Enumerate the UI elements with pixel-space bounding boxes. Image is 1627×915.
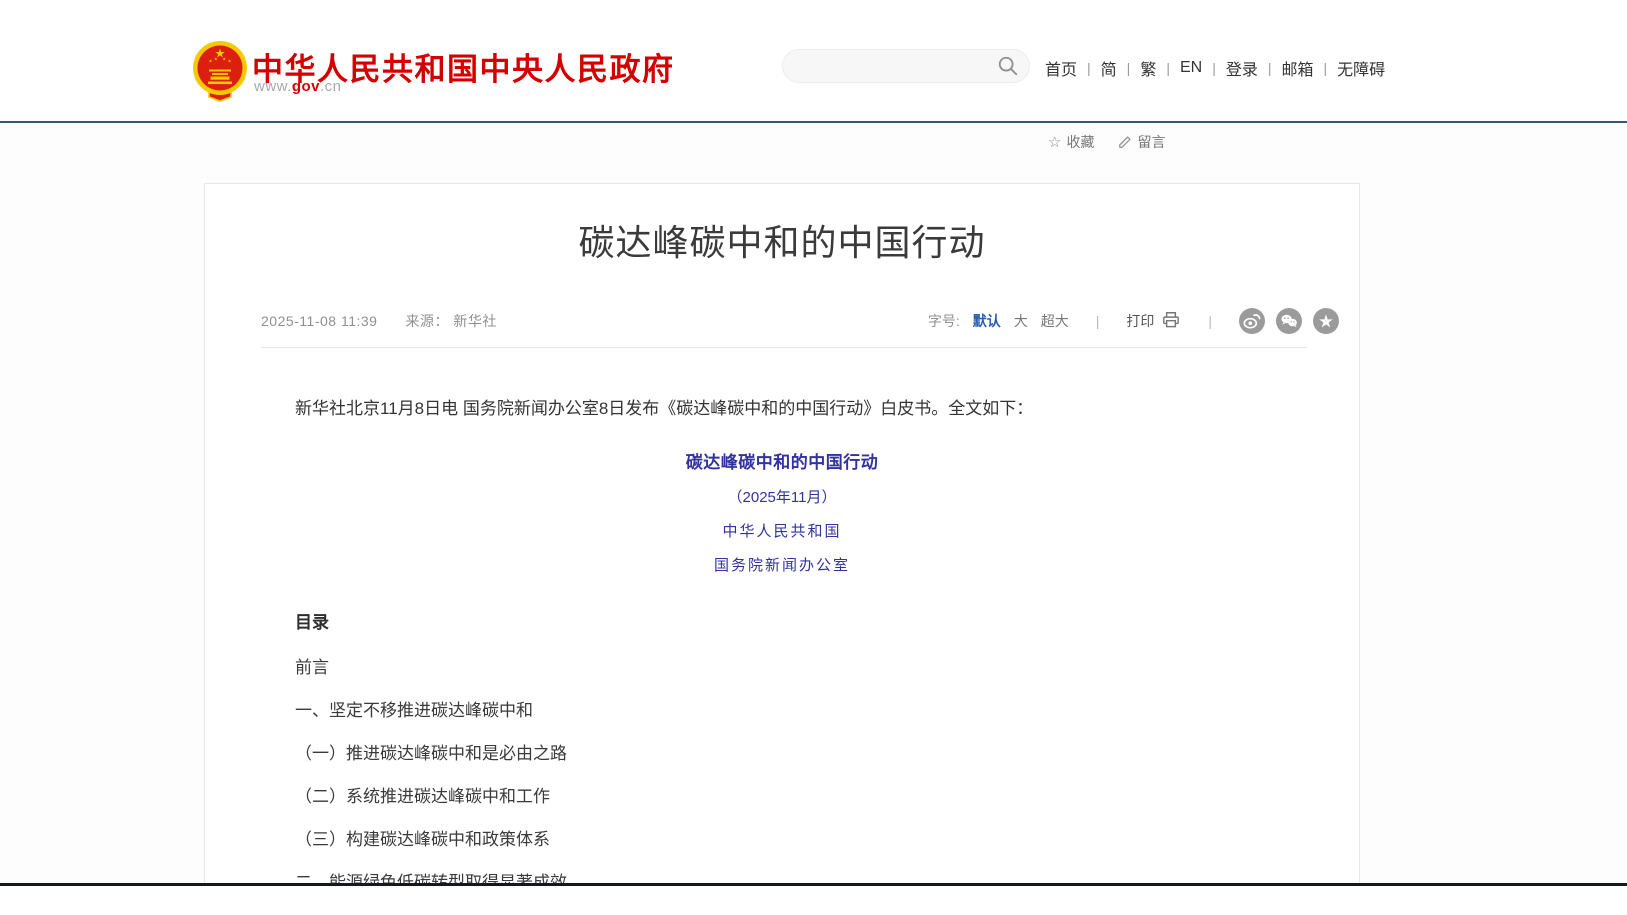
site-url-main: gov	[292, 78, 320, 95]
article-title: 碳达峰碳中和的中国行动	[205, 214, 1359, 266]
site-url-prefix: www.	[254, 78, 292, 95]
font-size-large-button[interactable]: 大	[1014, 311, 1028, 331]
nav-link-traditional[interactable]: 繁	[1140, 56, 1156, 80]
font-size-label: 字号:	[928, 311, 960, 331]
doc-org-line-2: 国务院新闻办公室	[261, 554, 1303, 575]
print-label: 打印	[1126, 311, 1154, 331]
font-size-xlarge-button[interactable]: 超大	[1041, 311, 1069, 331]
nav-separator: |	[1324, 60, 1328, 76]
toc-item-1: 一、坚定不移推进碳达峰碳中和	[261, 702, 1303, 719]
meta-divider	[261, 347, 1307, 348]
nav-link-accessibility[interactable]: 无障碍	[1337, 56, 1385, 80]
nav-separator: |	[1127, 60, 1131, 76]
favorite-label: 收藏	[1066, 132, 1094, 152]
header-divider	[0, 121, 1627, 123]
toc-item-preface: 前言	[261, 659, 1303, 676]
nav-link-simplified[interactable]: 简	[1101, 56, 1117, 80]
toc-list: 前言 一、坚定不移推进碳达峰碳中和 （一）推进碳达峰碳中和是必由之路 （二）系统…	[261, 659, 1303, 915]
star-outline-icon: ☆	[1048, 133, 1061, 151]
article-meta-left: 2025-11-08 11:39 来源： 新华社	[261, 311, 497, 331]
doc-org-line-1: 中华人民共和国	[261, 520, 1303, 541]
message-button[interactable]: 留言	[1118, 132, 1165, 152]
favorite-button[interactable]: ☆ 收藏	[1048, 132, 1094, 152]
article-meta-row: 2025-11-08 11:39 来源： 新华社 字号: 默认 大 超大 | 打…	[205, 308, 1359, 334]
nav-separator: |	[1212, 60, 1216, 76]
share-icons	[1239, 308, 1339, 334]
print-button[interactable]: 打印	[1126, 310, 1181, 332]
toc-item-1-2: （二）系统推进碳达峰碳中和工作	[261, 788, 1303, 805]
search-icon[interactable]	[997, 55, 1019, 77]
article-meta-right: 字号: 默认 大 超大 | 打印 |	[928, 308, 1339, 334]
meta-separator: |	[1208, 313, 1212, 329]
page: 中华人民共和国中央人民政府 www.gov.cn 首页 | 简 | 繁 | EN…	[0, 0, 1627, 915]
nav-link-login[interactable]: 登录	[1226, 56, 1258, 80]
doc-title: 碳达峰碳中和的中国行动	[261, 448, 1303, 473]
meta-separator: |	[1096, 313, 1100, 329]
national-emblem-icon	[189, 39, 251, 105]
top-nav: 首页 | 简 | 繁 | EN | 登录 | 邮箱 | 无障碍	[1045, 56, 1385, 80]
nav-link-mail[interactable]: 邮箱	[1282, 56, 1314, 80]
message-label: 留言	[1137, 132, 1165, 152]
printer-icon	[1161, 310, 1181, 332]
doc-date: （2025年11月）	[261, 486, 1303, 507]
wechat-icon[interactable]	[1276, 308, 1302, 334]
nav-separator: |	[1087, 60, 1091, 76]
bottom-mask	[0, 886, 1627, 915]
weibo-icon[interactable]	[1239, 308, 1265, 334]
search-input[interactable]	[799, 58, 997, 74]
site-url: www.gov.cn	[254, 78, 342, 95]
search-box	[782, 49, 1030, 83]
source-label: 来源：	[405, 313, 449, 329]
page-actions: ☆ 收藏 留言	[1048, 132, 1165, 152]
toc-item-1-3: （三）构建碳达峰碳中和政策体系	[261, 831, 1303, 848]
article-date: 2025-11-08 11:39	[261, 313, 377, 329]
nav-separator: |	[1166, 60, 1170, 76]
qzone-star-icon[interactable]	[1313, 308, 1339, 334]
site-url-suffix: .cn	[320, 78, 342, 95]
article-body: 新华社北京11月8日电 国务院新闻办公室8日发布《碳达峰碳中和的中国行动》白皮书…	[205, 395, 1359, 915]
site-header: 中华人民共和国中央人民政府 www.gov.cn 首页 | 简 | 繁 | EN…	[0, 0, 1627, 122]
lead-paragraph: 新华社北京11月8日电 国务院新闻办公室8日发布《碳达峰碳中和的中国行动》白皮书…	[261, 395, 1303, 422]
nav-link-home[interactable]: 首页	[1045, 56, 1077, 80]
toc-heading: 目录	[261, 608, 1303, 633]
article-card: 碳达峰碳中和的中国行动 2025-11-08 11:39 来源： 新华社 字号:…	[204, 183, 1360, 915]
bottom-border	[0, 883, 1627, 886]
nav-separator: |	[1268, 60, 1272, 76]
nav-link-english[interactable]: EN	[1180, 59, 1202, 77]
source-name: 新华社	[453, 313, 497, 329]
toc-item-1-1: （一）推进碳达峰碳中和是必由之路	[261, 745, 1303, 762]
article-source: 来源： 新华社	[405, 311, 496, 331]
pencil-icon	[1118, 135, 1132, 149]
font-size-default-button[interactable]: 默认	[973, 311, 1001, 331]
